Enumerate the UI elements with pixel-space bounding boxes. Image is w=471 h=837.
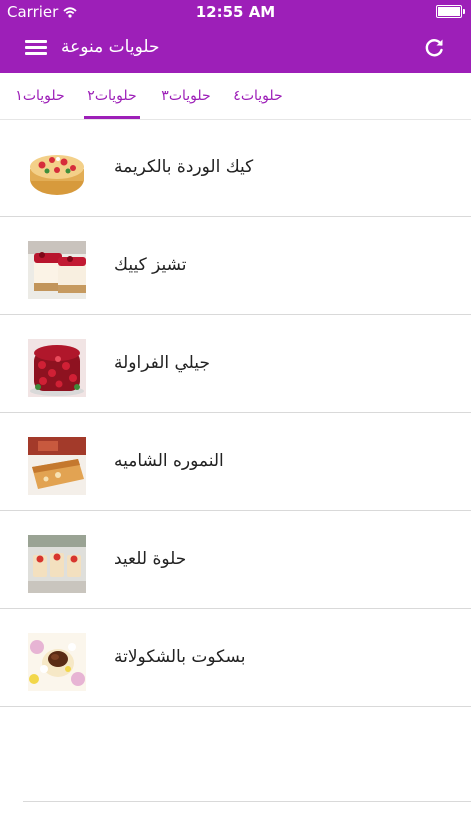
refresh-icon[interactable] — [422, 36, 446, 60]
app-bar: حلويات منوعة — [0, 24, 471, 73]
list-item-label: تشيز كييك — [114, 255, 187, 275]
dessert-thumbnail — [28, 633, 86, 691]
list-item-label: كيك الوردة بالكريمة — [114, 157, 254, 177]
list-item-label: جيلي الفراولة — [114, 353, 210, 373]
list-item[interactable]: النموره الشاميه — [0, 413, 471, 511]
divider — [23, 801, 471, 802]
battery-icon — [436, 5, 465, 18]
list-item-label: النموره الشاميه — [114, 451, 224, 471]
list-item[interactable]: جيلي الفراولة — [0, 315, 471, 413]
list-item[interactable]: بسكوت بالشكولاتة — [0, 609, 471, 707]
page-title: حلويات منوعة — [61, 37, 160, 57]
status-bar: Carrier 12:55 AM — [0, 0, 471, 24]
tab-halawiyat-3[interactable]: حلويات٣ — [158, 73, 214, 119]
recipe-list: كيك الوردة بالكريمة تشيز كييك جيلي الفرا… — [0, 119, 471, 707]
dessert-thumbnail — [28, 535, 86, 593]
status-time: 12:55 AM — [195, 3, 276, 21]
dessert-thumbnail — [28, 339, 86, 397]
list-item[interactable]: تشيز كييك — [0, 217, 471, 315]
dessert-thumbnail — [28, 143, 86, 201]
list-item[interactable]: كيك الوردة بالكريمة — [0, 119, 471, 217]
tab-halawiyat-1[interactable]: حلويات١ — [14, 73, 66, 119]
tab-bar: حلويات١ حلويات٢ حلويات٣ حلويات٤ — [0, 73, 471, 120]
list-item-label: حلوة للعيد — [114, 549, 187, 569]
tab-halawiyat-4[interactable]: حلويات٤ — [230, 73, 286, 119]
dessert-thumbnail — [28, 241, 86, 299]
menu-icon[interactable] — [25, 38, 47, 58]
list-item[interactable]: حلوة للعيد — [0, 511, 471, 609]
list-item-label: بسكوت بالشكولاتة — [114, 647, 246, 667]
dessert-thumbnail — [28, 437, 86, 495]
tab-halawiyat-2[interactable]: حلويات٢ — [84, 73, 140, 119]
